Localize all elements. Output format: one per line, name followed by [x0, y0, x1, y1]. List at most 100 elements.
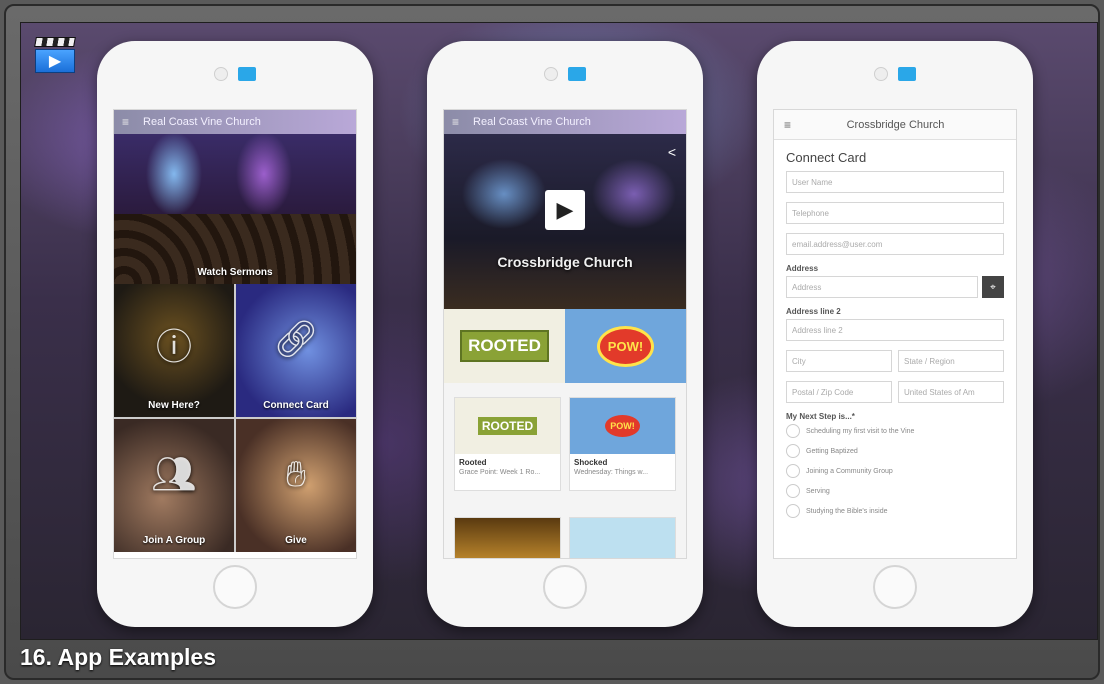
give-icon: ✋︎	[285, 453, 307, 494]
slide-background: ▶ ≡ Real Coast Vine Church Watch Sermons	[20, 22, 1098, 640]
option-label: Studying the Bible's inside	[806, 507, 888, 515]
slide-caption: 16. App Examples	[20, 643, 217, 670]
video-clapper-icon[interactable]: ▶	[34, 37, 76, 73]
tile-caption: Give	[285, 535, 307, 546]
hamburger-menu-icon[interactable]: ≡	[122, 115, 129, 129]
card-thumb-logo: ROOTED	[477, 417, 538, 435]
connect-card-tile[interactable]: 🔗︎ Connect Card	[236, 284, 356, 417]
city-field[interactable]: City	[786, 350, 892, 372]
group-icon: 👥︎	[151, 453, 197, 494]
radio-circle[interactable]	[786, 464, 800, 478]
rooted-logo: ROOTED	[460, 330, 549, 362]
speaker-icon	[238, 67, 256, 81]
next-step-option[interactable]: Serving	[786, 484, 1004, 498]
next-step-option[interactable]: Scheduling my first visit to the Vine	[786, 424, 1004, 438]
address2-field[interactable]: Address line 2	[786, 319, 1004, 341]
name-field[interactable]: User Name	[786, 171, 1004, 193]
home-button[interactable]	[543, 565, 587, 609]
next-step-option[interactable]: Getting Baptized	[786, 444, 1004, 458]
sermon-card-thumb[interactable]	[454, 516, 561, 558]
card-subtitle: Grace Point: Week 1 Ro...	[459, 469, 541, 476]
state-field[interactable]: State / Region	[898, 350, 1004, 372]
phone-top-sensors	[214, 67, 256, 81]
phone-mockup-3: ≡ Crossbridge Church Connect Card User N…	[757, 41, 1033, 627]
card-title: Rooted	[459, 458, 487, 467]
share-icon[interactable]: <	[668, 144, 676, 160]
radio-circle[interactable]	[786, 484, 800, 498]
email-field[interactable]: email.address@user.com	[786, 233, 1004, 255]
phone-field[interactable]: Telephone	[786, 202, 1004, 224]
watch-sermons-tile[interactable]: Watch Sermons	[114, 134, 356, 284]
phone-top-sensors	[874, 67, 916, 81]
sermon-card[interactable]: ROOTED Rooted Grace Point: Week 1 Ro...	[454, 397, 561, 491]
video-hero[interactable]: < ▶ Crossbridge Church	[444, 134, 686, 309]
speaker-icon	[898, 67, 916, 81]
sermon-card[interactable]: POW! Shocked Wednesday: Things w...	[569, 397, 676, 491]
slide-frame: ▶ ≡ Real Coast Vine Church Watch Sermons	[4, 4, 1100, 680]
tile-caption: New Here?	[148, 400, 200, 411]
sermon-card-thumb[interactable]	[569, 516, 676, 558]
next-step-option[interactable]: Joining a Community Group	[786, 464, 1004, 478]
next-step-option[interactable]: Studying the Bible's inside	[786, 504, 1004, 518]
zip-field[interactable]: Postal / Zip Code	[786, 381, 892, 403]
link-icon: 🔗︎	[273, 318, 319, 359]
location-pin-icon[interactable]: ⌖	[982, 276, 1004, 298]
camera-icon	[544, 67, 558, 81]
hamburger-menu-icon[interactable]: ≡	[784, 118, 791, 132]
app-header: ≡ Real Coast Vine Church	[444, 110, 686, 134]
address-row: Address ⌖	[786, 276, 1004, 307]
phone-1-screen: ≡ Real Coast Vine Church Watch Sermons ⓘ…	[113, 109, 357, 559]
address2-label: Address line 2	[786, 307, 841, 316]
app-header: ≡ Real Coast Vine Church	[114, 110, 356, 134]
tile-caption: Watch Sermons	[197, 267, 273, 278]
next-step-label: My Next Step is...*	[786, 412, 855, 421]
tile-caption: Join A Group	[142, 535, 206, 546]
phone-mockup-1: ≡ Real Coast Vine Church Watch Sermons ⓘ…	[97, 41, 373, 627]
camera-icon	[214, 67, 228, 81]
home-button[interactable]	[873, 565, 917, 609]
home-button[interactable]	[213, 565, 257, 609]
app-header: ≡ Crossbridge Church	[774, 110, 1016, 140]
option-label: Getting Baptized	[806, 447, 858, 455]
tile-grid: ⓘ New Here? 🔗︎ Connect Card 👥︎ Join A Gr…	[114, 284, 356, 552]
connect-card-form: Connect Card User Name Telephone email.a…	[774, 140, 1016, 534]
card-thumb: ROOTED	[455, 398, 560, 454]
form-title: Connect Card	[786, 150, 867, 165]
hamburger-menu-icon[interactable]: ≡	[452, 115, 459, 129]
tile-caption: Connect Card	[263, 400, 329, 411]
give-tile[interactable]: ✋︎ Give	[236, 419, 356, 552]
hero-title: Crossbridge Church	[497, 254, 633, 270]
rooted-banner[interactable]: ROOTED	[444, 309, 565, 383]
option-label: Joining a Community Group	[806, 467, 893, 475]
phone-mockup-2: ≡ Real Coast Vine Church < ▶ Crossbridge…	[427, 41, 703, 627]
phone-3-screen: ≡ Crossbridge Church Connect Card User N…	[773, 109, 1017, 559]
card-title: Shocked	[574, 458, 608, 467]
address-label: Address	[786, 264, 819, 273]
pow-logo: POW!	[596, 325, 655, 367]
app-header-title: Real Coast Vine Church	[143, 116, 261, 128]
play-icon[interactable]: ▶	[545, 190, 585, 230]
address-field[interactable]: Address	[786, 276, 978, 298]
city-state-row: City State / Region	[786, 350, 1004, 381]
zip-country-row: Postal / Zip Code United States of Am	[786, 381, 1004, 412]
app-header-title: Crossbridge Church	[846, 118, 945, 131]
sermon-cards: ROOTED Rooted Grace Point: Week 1 Ro... …	[444, 383, 686, 558]
phone-2-screen: ≡ Real Coast Vine Church < ▶ Crossbridge…	[443, 109, 687, 559]
camera-icon	[874, 67, 888, 81]
option-label: Scheduling my first visit to the Vine	[806, 427, 915, 435]
radio-circle[interactable]	[786, 444, 800, 458]
country-select[interactable]: United States of Am	[898, 381, 1004, 403]
new-here-tile[interactable]: ⓘ New Here?	[114, 284, 234, 417]
pow-banner[interactable]: POW!	[565, 309, 686, 383]
app-header-title: Real Coast Vine Church	[473, 116, 591, 128]
slide-caption-bar: 16. App Examples	[6, 636, 1098, 678]
join-group-tile[interactable]: 👥︎ Join A Group	[114, 419, 234, 552]
card-thumb: POW!	[570, 398, 675, 454]
series-banners: ROOTED POW!	[444, 309, 686, 383]
speaker-icon	[568, 67, 586, 81]
card-subtitle: Wednesday: Things w...	[574, 469, 649, 476]
radio-circle[interactable]	[786, 504, 800, 518]
radio-circle[interactable]	[786, 424, 800, 438]
phone-top-sensors	[544, 67, 586, 81]
info-icon: ⓘ	[155, 326, 193, 367]
